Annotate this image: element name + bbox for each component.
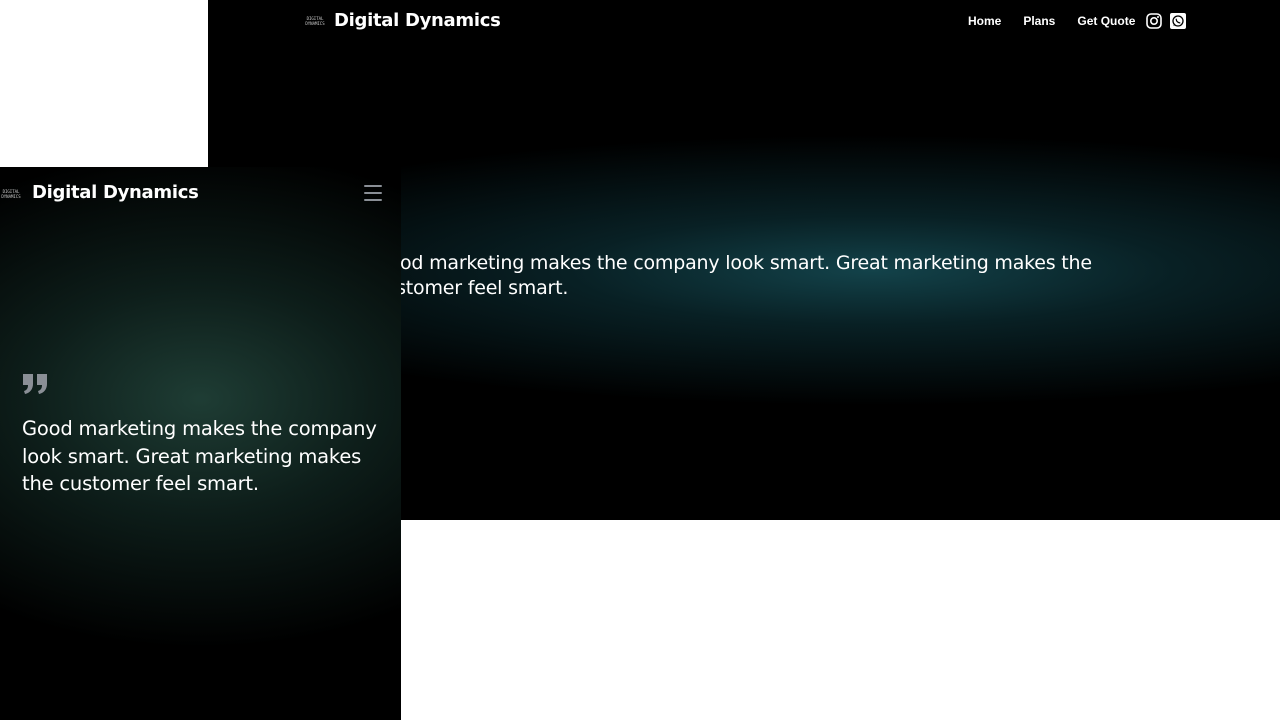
nav-links: Home Plans Get Quote: [968, 14, 1157, 28]
nav-home-link[interactable]: Home: [968, 14, 1001, 28]
brand-logo[interactable]: DIGITAL DYNAMICS: [304, 14, 326, 28]
nav-get-quote-link[interactable]: Get Quote: [1077, 14, 1135, 28]
mobile-brand-logo-text: DIGITAL DYNAMICS: [1, 189, 21, 199]
instagram-icon[interactable]: [1146, 13, 1162, 29]
mobile-quote-text: Good marketing makes the company look sm…: [22, 417, 377, 495]
hamburger-line: [364, 192, 382, 194]
brand-logo-text: DIGITAL DYNAMICS: [305, 16, 325, 26]
mobile-brand-logo[interactable]: DIGITAL DYNAMICS: [0, 187, 22, 201]
mobile-brand-name[interactable]: Digital Dynamics: [32, 182, 199, 203]
social-icons: [1146, 13, 1186, 29]
hamburger-menu-icon[interactable]: [364, 185, 382, 201]
hamburger-line: [364, 185, 382, 187]
whatsapp-icon[interactable]: [1170, 13, 1186, 29]
quote-icon: [22, 372, 50, 396]
desktop-quote-text: Good marketing makes the company look sm…: [374, 252, 1092, 299]
nav-plans-link[interactable]: Plans: [1023, 14, 1055, 28]
mobile-view: DIGITAL DYNAMICS Digital Dynamics Good m…: [0, 167, 401, 720]
brand-name[interactable]: Digital Dynamics: [334, 10, 501, 31]
hamburger-line: [364, 199, 382, 201]
desktop-navbar: DIGITAL DYNAMICS Digital Dynamics Home P…: [208, 0, 1280, 44]
